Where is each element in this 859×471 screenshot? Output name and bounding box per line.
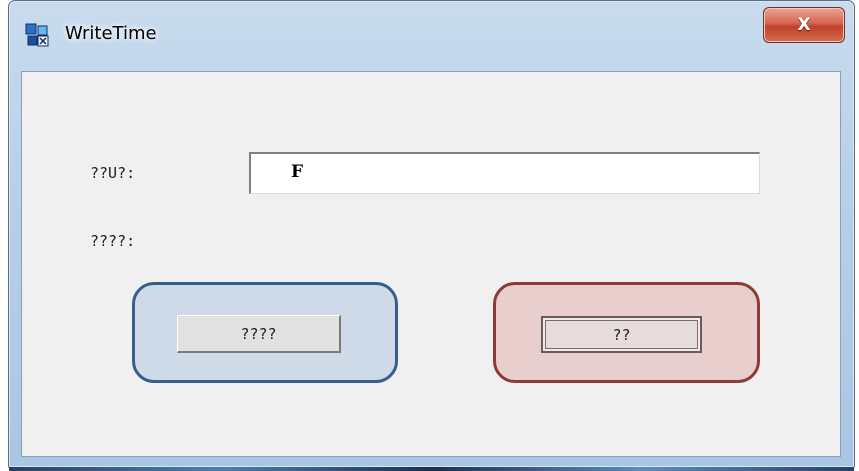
window-title: WriteTime: [65, 23, 157, 44]
close-button[interactable]: X: [763, 7, 845, 43]
field-label: ??U?:: [90, 164, 136, 182]
write-button[interactable]: ??: [541, 316, 702, 353]
app-icon: [25, 23, 49, 47]
read-button[interactable]: ????: [177, 315, 341, 353]
close-icon: X: [797, 15, 811, 35]
writetime-window: WriteTime X ??U?: F ????: ???? ??: [8, 0, 855, 471]
dialog-client-area: ??U?: F ????: ???? ??: [21, 71, 841, 457]
value-input[interactable]: F: [249, 152, 760, 194]
title-bar[interactable]: WriteTime X: [9, 1, 854, 71]
status-label: ????:: [90, 232, 136, 250]
